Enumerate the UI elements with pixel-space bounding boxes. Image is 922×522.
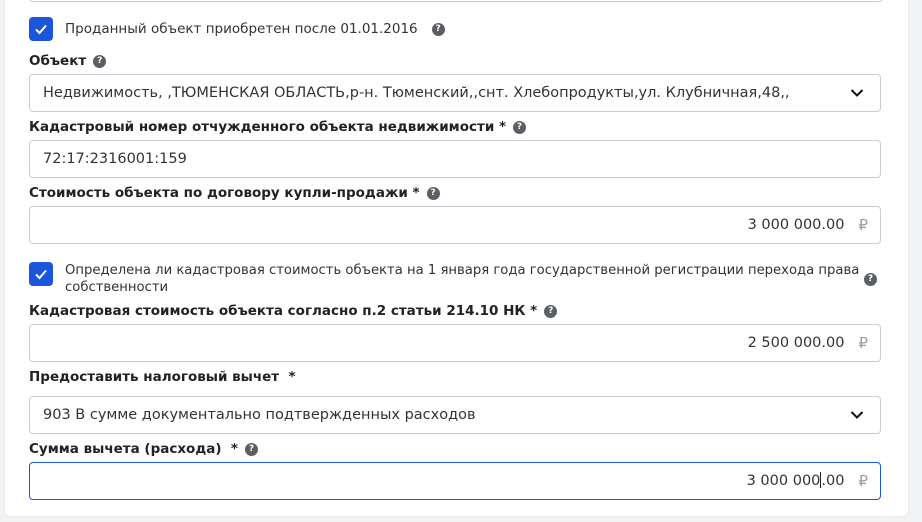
cadastral-value-input[interactable]: 2 500 000.00 ₽: [29, 324, 881, 362]
deduction-amount-label-row: Сумма вычета (расхода) * ?: [29, 441, 258, 457]
deduction-type-value: 903 В сумме документально подтвержденных…: [43, 407, 476, 423]
checkmark-icon: [35, 24, 47, 35]
contract-price-value: 3 000 000.00: [747, 217, 845, 233]
object-label-row: Объект ?: [29, 53, 107, 69]
checkmark-icon: [35, 269, 47, 280]
sold-after-2016-checkbox[interactable]: [29, 17, 53, 41]
sold-after-2016-row: Проданный объект приобретен после 01.01.…: [29, 17, 445, 41]
object-select[interactable]: Недвижимость, ,ТЮМЕНСКАЯ ОБЛАСТЬ,р-н. Тю…: [29, 74, 881, 112]
help-icon[interactable]: ?: [431, 22, 445, 36]
cadastral-defined-label-line1: Определена ли кадастровая стоимость объе…: [65, 263, 860, 278]
help-icon[interactable]: ?: [513, 120, 527, 134]
deduction-amount-input[interactable]: 3 000 000.00 ₽: [29, 462, 881, 500]
cadastral-defined-label-line2: собственности: [65, 280, 169, 295]
deduction-type-label: Предоставить налоговый вычет *: [29, 369, 296, 385]
ruble-sign: ₽: [858, 216, 868, 234]
cadastral-number-value: 72:17:2316001:159: [43, 151, 187, 167]
contract-price-input[interactable]: 3 000 000.00 ₽: [29, 206, 881, 244]
deduction-type-label-row: Предоставить налоговый вычет *: [29, 369, 296, 385]
cadastral-defined-checkbox[interactable]: [29, 262, 53, 286]
cadastral-value-label: Кадастровая стоимость объекта согласно п…: [29, 303, 538, 319]
cadastral-value-value: 2 500 000.00: [747, 335, 845, 351]
object-select-value: Недвижимость, ,ТЮМЕНСКАЯ ОБЛАСТЬ,р-н. Тю…: [43, 85, 790, 101]
deduction-amount-value-part2: .00: [821, 473, 845, 489]
cadastral-value-label-row: Кадастровая стоимость объекта согласно п…: [29, 303, 558, 319]
cadastral-defined-label: Определена ли кадастровая стоимость объе…: [65, 262, 860, 296]
chevron-down-icon: [850, 89, 864, 97]
sold-after-2016-label: Проданный объект приобретен после 01.01.…: [65, 20, 418, 37]
deduction-amount-value-part1: 3 000 000: [746, 473, 821, 489]
help-icon[interactable]: ?: [544, 304, 558, 318]
cadastral-number-input[interactable]: 72:17:2316001:159: [29, 140, 881, 178]
chevron-down-icon: [850, 411, 864, 419]
deduction-type-select[interactable]: 903 В сумме документально подтвержденных…: [29, 396, 881, 434]
cadastral-number-label-row: Кадастровый номер отчужденного объекта н…: [29, 119, 527, 135]
deduction-amount-label: Сумма вычета (расхода) *: [29, 441, 238, 457]
help-icon[interactable]: ?: [93, 54, 107, 68]
contract-price-label: Стоимость объекта по договору купли-прод…: [29, 185, 420, 201]
previous-field-edge: [29, 0, 883, 2]
contract-price-label-row: Стоимость объекта по договору купли-прод…: [29, 185, 440, 201]
help-icon[interactable]: ?: [864, 273, 877, 286]
ruble-sign: ₽: [858, 472, 868, 490]
cadastral-number-label: Кадастровый номер отчужденного объекта н…: [29, 119, 507, 135]
help-icon[interactable]: ?: [426, 186, 440, 200]
ruble-sign: ₽: [858, 334, 868, 352]
deduction-amount-value: 3 000 000.00: [746, 472, 845, 490]
object-label: Объект: [29, 53, 87, 69]
help-icon[interactable]: ?: [244, 442, 258, 456]
